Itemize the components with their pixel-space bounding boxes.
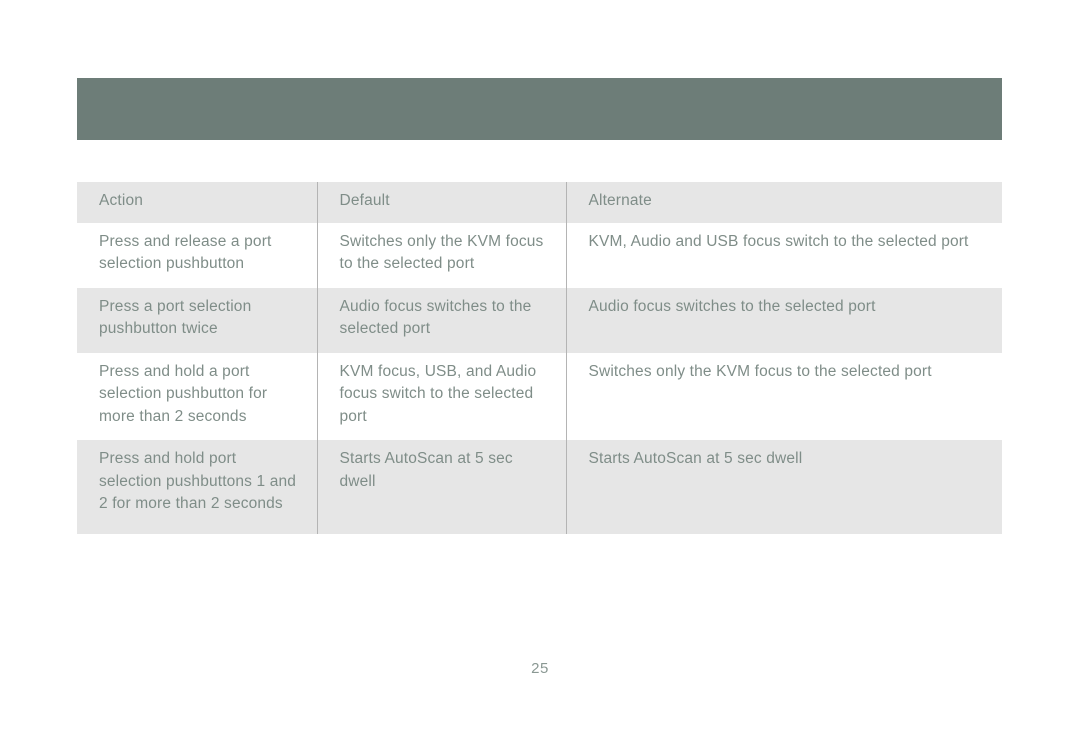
port-selection-table-container: Action Default Alternate Press and relea… — [77, 182, 1002, 534]
column-divider-tail-2 — [566, 510, 567, 520]
column-header-action: Action — [77, 182, 317, 223]
cell-alternate: Switches only the KVM focus to the selec… — [565, 352, 1002, 440]
cell-alternate: KVM, Audio and USB focus switch to the s… — [565, 222, 1002, 288]
table-header-row: Action Default Alternate — [77, 182, 1002, 223]
table-row: Press and release a port selection pushb… — [77, 222, 1002, 288]
table-divider-tails — [77, 510, 1002, 522]
table-header: Action Default Alternate — [77, 182, 1002, 223]
document-page: Action Default Alternate Press and relea… — [0, 0, 1080, 752]
column-header-alternate: Alternate — [565, 182, 1002, 223]
table-body: Press and release a port selection pushb… — [77, 222, 1002, 534]
decorative-header-band — [77, 78, 1002, 140]
cell-default: Switches only the KVM focus to the selec… — [316, 222, 566, 288]
cell-action: Press a port selection pushbutton twice — [77, 287, 317, 353]
page-number: 25 — [531, 660, 549, 677]
column-divider-tail-1 — [317, 510, 318, 520]
column-header-default: Default — [316, 182, 566, 223]
cell-action: Press and release a port selection pushb… — [77, 222, 317, 288]
port-selection-table: Action Default Alternate Press and relea… — [77, 182, 1002, 534]
cell-default: KVM focus, USB, and Audio focus switch t… — [316, 352, 566, 440]
cell-action: Press and hold a port selection pushbutt… — [77, 352, 317, 440]
cell-default: Audio focus switches to the selected por… — [316, 287, 566, 353]
cell-alternate: Audio focus switches to the selected por… — [565, 287, 1002, 353]
table-row: Press and hold a port selection pushbutt… — [77, 352, 1002, 440]
table-row: Press a port selection pushbutton twice … — [77, 287, 1002, 353]
